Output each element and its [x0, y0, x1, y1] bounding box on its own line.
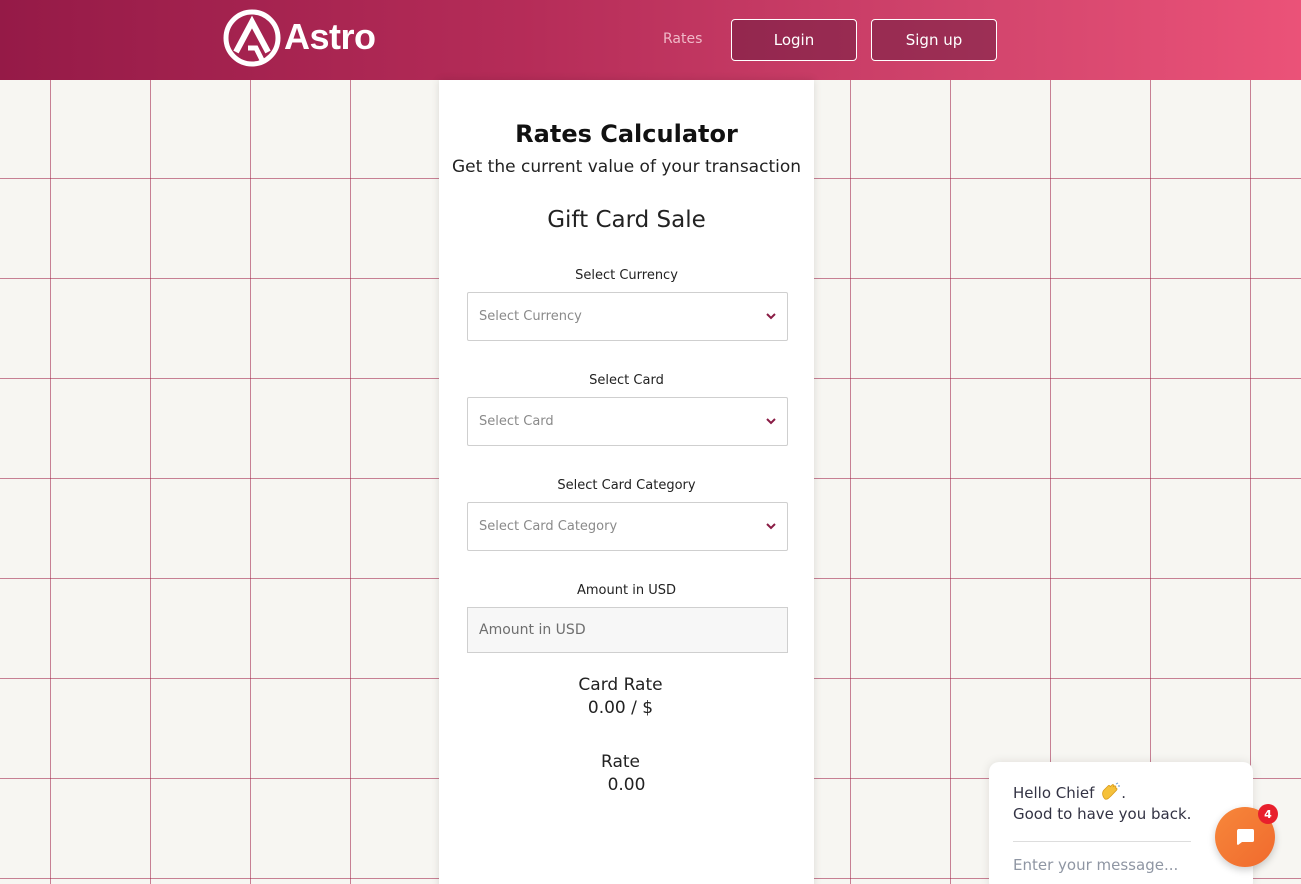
- card-label: Select Card: [589, 373, 664, 388]
- card-category-label: Select Card Category: [557, 478, 696, 493]
- card-rate-label: Card Rate: [578, 675, 663, 695]
- logo-text: Astro: [284, 16, 376, 57]
- nav-link-rates[interactable]: Rates: [663, 31, 702, 47]
- logo[interactable]: Astro: [222, 8, 376, 68]
- amount-input[interactable]: Amount in USD: [467, 607, 788, 653]
- chevron-down-icon: [766, 313, 776, 320]
- card-rate-value: 0.00 / $: [587, 698, 654, 718]
- chat-message-input[interactable]: Enter your message...: [1013, 856, 1178, 874]
- top-navbar: Astro Rates Login Sign up: [0, 0, 1301, 80]
- card-select[interactable]: Select Card: [467, 397, 788, 446]
- signup-button[interactable]: Sign up: [871, 19, 997, 61]
- chevron-down-icon: [766, 523, 776, 530]
- card-category-select-placeholder: Select Card Category: [479, 519, 618, 534]
- rate-label: Rate: [601, 752, 640, 772]
- chat-greeting-line1: Hello Chief: [1013, 784, 1095, 802]
- rates-calculator-card: Rates Calculator Get the current value o…: [439, 80, 814, 884]
- amount-input-placeholder: Amount in USD: [479, 622, 586, 638]
- astro-logo-icon: [223, 9, 281, 67]
- section-title: Gift Card Sale: [547, 207, 706, 233]
- unread-count-badge: 4: [1258, 804, 1278, 824]
- page-subtitle: Get the current value of your transactio…: [451, 157, 802, 177]
- currency-label: Select Currency: [575, 268, 678, 283]
- chat-greeting-card[interactable]: Hello Chief . Good to have you back. Ent…: [989, 762, 1253, 884]
- page-title: Rates Calculator: [515, 120, 738, 148]
- currency-select-placeholder: Select Currency: [479, 309, 582, 324]
- chat-greeting: Hello Chief . Good to have you back.: [1013, 782, 1192, 823]
- amount-label: Amount in USD: [577, 583, 676, 598]
- chat-bubble-icon: [1237, 829, 1254, 845]
- card-select-placeholder: Select Card: [479, 414, 554, 429]
- card-category-select[interactable]: Select Card Category: [467, 502, 788, 551]
- chat-greeting-line2: Good to have you back.: [1013, 805, 1192, 823]
- login-button[interactable]: Login: [731, 19, 857, 61]
- currency-select[interactable]: Select Currency: [467, 292, 788, 341]
- chevron-down-icon: [766, 418, 776, 425]
- chat-divider: [1013, 841, 1191, 842]
- rate-value: 0.00: [607, 775, 646, 795]
- waving-hand-icon: [1102, 782, 1121, 800]
